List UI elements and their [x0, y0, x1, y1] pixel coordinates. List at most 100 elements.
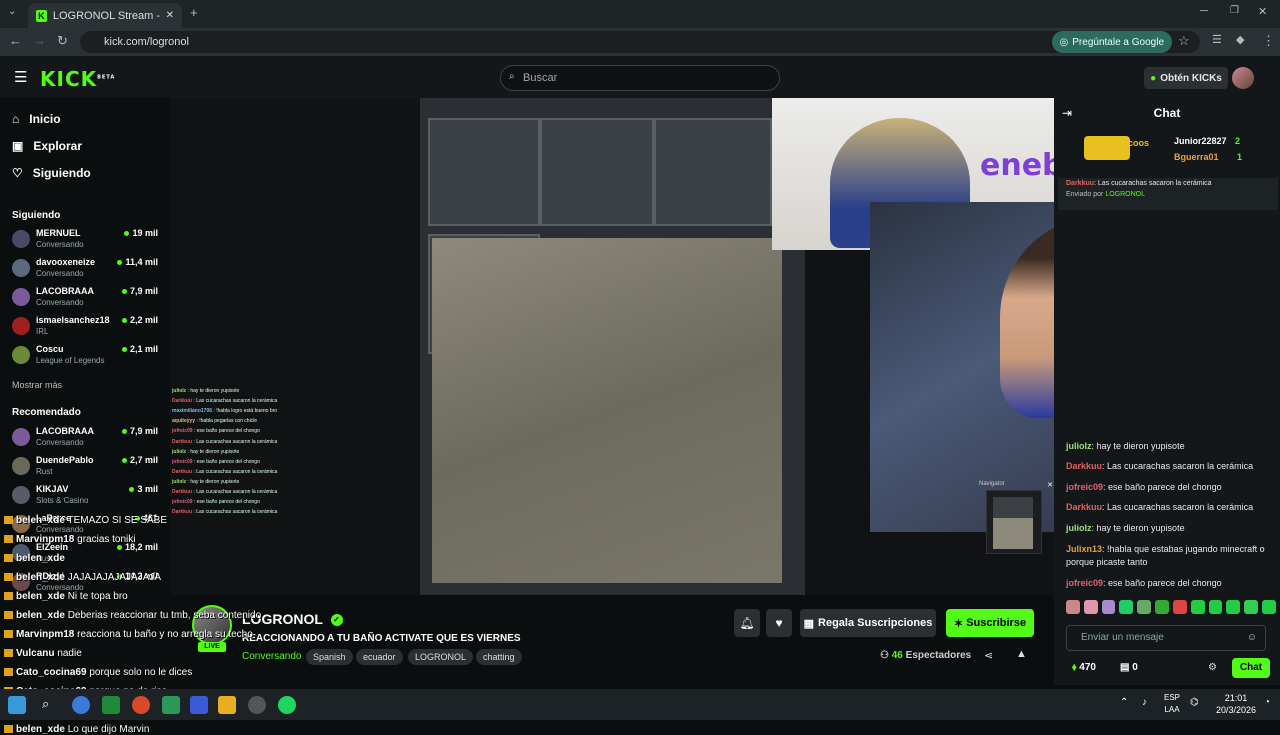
- leaderboard-user-3[interactable]: Bguerra01 1: [1174, 152, 1242, 162]
- following-channel[interactable]: MERNUEL Conversando 19 mil: [12, 226, 162, 252]
- chat-message[interactable]: Darkkuu: Las cucarachas sacaron la cerám…: [1066, 501, 1276, 514]
- tray-chevron-icon[interactable]: ⌃: [1120, 697, 1128, 708]
- browser-menu-icon[interactable]: ⋮: [1262, 33, 1275, 49]
- emote-icon[interactable]: [1172, 600, 1187, 614]
- excel-icon[interactable]: [102, 696, 120, 714]
- ask-google-button[interactable]: ◎ Pregúntale a Google: [1051, 31, 1172, 53]
- send-chat-button[interactable]: Chat: [1232, 658, 1270, 678]
- bookmark-star-icon[interactable]: ☆: [1178, 33, 1190, 49]
- chat-message-user[interactable]: Darkkuu: [1066, 502, 1102, 512]
- reload-icon[interactable]: ↻: [57, 33, 68, 49]
- chat-message-user[interactable]: Darkkuu: [1066, 461, 1102, 471]
- emote-icon[interactable]: [1119, 600, 1134, 614]
- emote-icon[interactable]: [1244, 600, 1259, 614]
- spotify-icon[interactable]: [278, 696, 296, 714]
- new-tab-icon[interactable]: +: [190, 5, 198, 20]
- user-avatar[interactable]: [1232, 67, 1254, 89]
- following-channel[interactable]: ismaelsanchez18 IRL 2,2 mil: [12, 313, 162, 339]
- close-window-icon[interactable]: ✕: [1258, 5, 1267, 18]
- report-icon[interactable]: ▲: [1016, 648, 1027, 660]
- pinned-message[interactable]: Darkkuu: Las cucarachas sacaron la cerám…: [1058, 178, 1278, 210]
- compass-icon: ▣: [12, 139, 24, 153]
- browser-tab[interactable]: K LOGRONOL Stream - Watch Li ✕: [28, 3, 182, 28]
- chat-message[interactable]: jofreic09: ese baño parece del chongo: [1066, 577, 1276, 590]
- tab-list-icon[interactable]: ⌄: [8, 6, 16, 17]
- chat-message-user[interactable]: jofreic09: [1066, 482, 1103, 492]
- file-explorer-icon[interactable]: [218, 696, 236, 714]
- kick-logo[interactable]: KICKBETA: [40, 67, 115, 91]
- following-channel[interactable]: davooxeneize Conversando 11,4 mil: [12, 255, 162, 281]
- show-more-link[interactable]: Mostrar más: [12, 380, 62, 390]
- app-icon[interactable]: [162, 696, 180, 714]
- emote-icon[interactable]: [1066, 600, 1080, 614]
- chat-message-user[interactable]: jofreic09: [1066, 578, 1103, 588]
- emote-icon[interactable]: [1155, 600, 1169, 614]
- chat-message[interactable]: jofreic09: ese baño parece del chongo: [1066, 481, 1276, 494]
- back-icon[interactable]: ←: [9, 33, 22, 48]
- chat-message[interactable]: Darkkuu: Las cucarachas sacaron la cerám…: [1066, 460, 1276, 473]
- chat-message-user[interactable]: Julixn13: [1066, 544, 1102, 554]
- vscode-icon[interactable]: [190, 696, 208, 714]
- tag-ecuador[interactable]: ecuador: [356, 649, 403, 665]
- emote-icon[interactable]: [1262, 600, 1276, 614]
- system-clock[interactable]: 21:01 20/3/2026: [1216, 692, 1256, 716]
- tag-spanish[interactable]: Spanish: [306, 649, 353, 665]
- navigator-panel[interactable]: Navigator ✕: [979, 481, 1053, 554]
- hamburger-menu-icon[interactable]: ☰: [14, 68, 27, 86]
- recommended-channel[interactable]: LACOBRAAA Conversando 7,9 mil: [12, 424, 162, 450]
- store-count[interactable]: ▤ 0: [1120, 662, 1138, 673]
- nav-siguiendo[interactable]: ♡ Siguiendo: [12, 166, 91, 180]
- minimize-icon[interactable]: ─: [1200, 5, 1208, 17]
- language-indicator[interactable]: ESP LAA: [1164, 692, 1180, 716]
- recommended-channel[interactable]: DuendePablo Rust 2,7 mil: [12, 453, 162, 479]
- recommended-channel[interactable]: KIKJAV Slots & Casino 3 mil: [12, 482, 162, 508]
- taskbar-search-icon[interactable]: ⌕: [42, 696, 60, 714]
- chrome-icon[interactable]: [132, 696, 150, 714]
- share-icon[interactable]: ⋖: [984, 649, 993, 662]
- following-channel[interactable]: LACOBRAAA Conversando 7,9 mil: [12, 284, 162, 310]
- emote-icon[interactable]: [1083, 600, 1098, 614]
- maximize-icon[interactable]: ❐: [1230, 5, 1239, 16]
- chat-settings-icon[interactable]: ⚙: [1208, 662, 1217, 673]
- subscribe-button[interactable]: ✶ Suscribirse: [946, 609, 1034, 637]
- chat-message[interactable]: Julixn13: !habla que estabas jugando min…: [1066, 543, 1276, 569]
- chat-message-user[interactable]: julioIz: [1066, 441, 1092, 451]
- chat-message[interactable]: julioIz: hay te dieron yupisote: [1066, 522, 1276, 535]
- follow-button[interactable]: ♥: [766, 609, 792, 637]
- navigator-close-icon[interactable]: ✕: [1047, 481, 1053, 489]
- chat-message[interactable]: julioIz: hay te dieron yupisote: [1066, 440, 1276, 453]
- url-field[interactable]: kick.com/logronol: [80, 31, 1200, 53]
- channel-points[interactable]: ⬧ 470: [1072, 662, 1096, 673]
- following-channel[interactable]: Coscu League of Legends 2,1 mil: [12, 342, 162, 368]
- tag-chatting[interactable]: chatting: [476, 649, 522, 665]
- leaderboard-user-2[interactable]: Junior22827 2: [1174, 136, 1240, 146]
- search-input[interactable]: ⌕ Buscar: [500, 65, 780, 91]
- extension-icon[interactable]: ◆: [1236, 33, 1244, 46]
- video-player[interactable]: eneba julioIz : hay te dieron yupisote Da…: [170, 98, 1054, 595]
- tag-logronol[interactable]: LOGRONOL: [408, 649, 474, 665]
- forward-icon[interactable]: →: [33, 33, 46, 48]
- edge-icon[interactable]: [72, 696, 90, 714]
- stream-category[interactable]: Conversando: [242, 651, 301, 662]
- obs-icon[interactable]: [248, 696, 266, 714]
- notification-bell-button[interactable]: 🔔︎: [734, 609, 760, 637]
- gift-subs-button[interactable]: ▦ Regala Suscripciones: [800, 609, 936, 637]
- nav-explorar[interactable]: ▣ Explorar: [12, 139, 82, 153]
- emote-icon[interactable]: [1208, 600, 1223, 614]
- chat-input[interactable]: Enviar un mensaje ☺: [1066, 625, 1266, 651]
- nav-inicio[interactable]: ⌂ Inicio: [12, 112, 61, 126]
- chat-message-user[interactable]: julioIz: [1066, 523, 1092, 533]
- emote-icon[interactable]: [1190, 600, 1205, 614]
- microphone-icon[interactable]: ♪: [1142, 697, 1147, 708]
- reading-list-icon[interactable]: ☰: [1212, 33, 1222, 46]
- emote-icon[interactable]: [1101, 600, 1116, 614]
- network-icon[interactable]: ⌬: [1190, 697, 1199, 708]
- tab-close-icon[interactable]: ✕: [166, 10, 174, 21]
- get-kicks-button[interactable]: ● Obtén KICKs: [1144, 67, 1228, 89]
- emote-icon[interactable]: [1226, 600, 1241, 614]
- emoji-icon[interactable]: ☺: [1247, 626, 1257, 650]
- notification-icon[interactable]: ◔: [1264, 697, 1270, 708]
- leaderboard-user-1[interactable]: Maarccoos: [1102, 138, 1149, 148]
- emote-icon[interactable]: [1137, 600, 1152, 614]
- windows-start-icon[interactable]: [8, 696, 26, 714]
